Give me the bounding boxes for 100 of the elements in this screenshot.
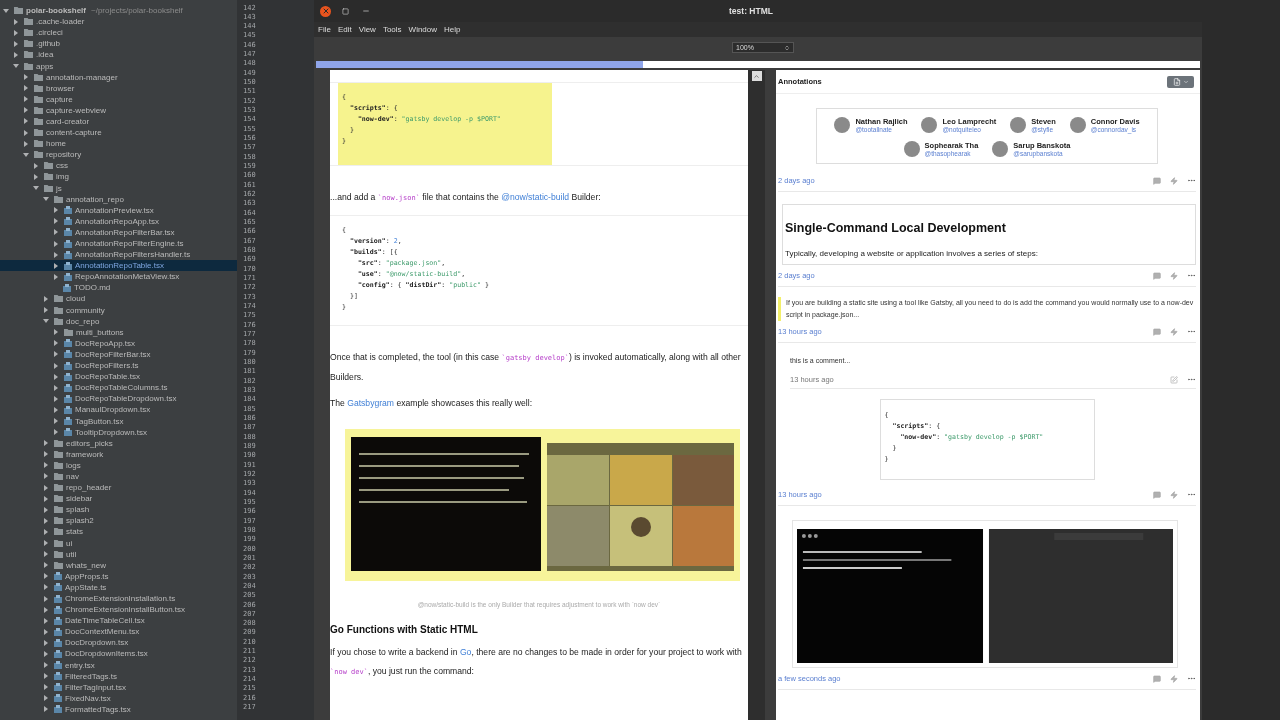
triangle-right-icon[interactable] <box>54 429 58 436</box>
triangle-right-icon[interactable] <box>24 85 28 92</box>
triangle-right-icon[interactable] <box>44 573 48 580</box>
tree-row[interactable]: img <box>0 171 237 183</box>
triangle-right-icon[interactable] <box>54 351 58 358</box>
triangle-right-icon[interactable] <box>54 362 58 369</box>
triangle-right-icon[interactable] <box>44 628 48 635</box>
tree-row[interactable]: DocRepoApp.tsx <box>0 337 237 349</box>
tree-row[interactable]: repository <box>0 149 237 161</box>
tree-row[interactable]: nav <box>0 470 237 483</box>
scroll-up-icon[interactable] <box>753 72 760 80</box>
more-icon[interactable] <box>1187 327 1196 336</box>
tree-row[interactable]: capture <box>0 93 237 105</box>
triangle-right-icon[interactable] <box>54 340 58 347</box>
more-icon[interactable] <box>1187 490 1196 499</box>
link[interactable]: @now/static-build <box>501 192 570 202</box>
more-icon[interactable] <box>1187 176 1196 185</box>
menu-item[interactable]: File <box>318 25 331 34</box>
tree-row[interactable]: FormattedTags.tsx <box>0 703 237 715</box>
triangle-right-icon[interactable] <box>44 684 48 691</box>
triangle-right-icon[interactable] <box>44 551 48 558</box>
tree-row[interactable]: DocRepoTableDropdown.tsx <box>0 393 237 405</box>
triangle-right-icon[interactable] <box>54 273 58 280</box>
triangle-right-icon[interactable] <box>54 207 58 214</box>
tree-row[interactable]: annotation-manager <box>0 71 237 83</box>
tree-row[interactable]: DocRepoFilterBar.tsx <box>0 348 237 360</box>
triangle-down-icon[interactable] <box>3 8 9 13</box>
triangle-right-icon[interactable] <box>44 695 48 702</box>
triangle-down-icon[interactable] <box>43 319 49 324</box>
triangle-right-icon[interactable] <box>44 495 48 502</box>
triangle-right-icon[interactable] <box>44 651 48 657</box>
tree-row[interactable]: whats_new <box>0 559 237 571</box>
tree-row[interactable]: util <box>0 548 237 560</box>
tree-row[interactable]: home <box>0 138 237 150</box>
tree-row[interactable]: AppState.ts <box>0 581 237 593</box>
triangle-right-icon[interactable] <box>44 606 48 613</box>
menu-item[interactable]: Edit <box>337 25 352 34</box>
tree-row[interactable]: AnnotationRepoApp.tsx <box>0 215 237 227</box>
triangle-right-icon[interactable] <box>44 517 48 524</box>
tree-row[interactable]: RepoAnnotationMetaView.tsx <box>0 271 237 283</box>
triangle-right-icon[interactable] <box>44 296 48 302</box>
link[interactable]: Gatsbygram <box>347 398 394 408</box>
triangle-right-icon[interactable] <box>44 307 48 314</box>
tree-row[interactable]: card-creator <box>0 115 237 128</box>
triangle-right-icon[interactable] <box>44 484 48 491</box>
tree-row[interactable]: AnnotationRepoFilterBar.tsx <box>0 226 237 238</box>
tree-row[interactable]: AnnotationPreview.tsx <box>0 204 237 216</box>
tree-row[interactable]: css <box>0 160 237 172</box>
triangle-right-icon[interactable] <box>54 218 58 225</box>
triangle-down-icon[interactable] <box>23 152 29 157</box>
tree-row[interactable]: ChromeExtensionInstallation.ts <box>0 592 237 605</box>
triangle-right-icon[interactable] <box>44 562 48 569</box>
tree-row[interactable]: ManaulDropdown.tsx <box>0 404 237 416</box>
tree-row[interactable]: TODO.md <box>0 282 237 294</box>
triangle-right-icon[interactable] <box>44 506 48 513</box>
tree-row[interactable]: .cache-loader <box>0 16 237 28</box>
triangle-right-icon[interactable] <box>44 451 48 458</box>
triangle-right-icon[interactable] <box>14 18 18 25</box>
tree-row[interactable]: AppProps.ts <box>0 570 237 582</box>
triangle-right-icon[interactable] <box>44 473 48 480</box>
tree-row[interactable]: browser <box>0 82 237 94</box>
triangle-right-icon[interactable] <box>44 706 48 713</box>
tree-row[interactable]: js <box>0 182 237 194</box>
menu-item[interactable]: View <box>358 25 376 34</box>
triangle-right-icon[interactable] <box>54 406 58 413</box>
triangle-right-icon[interactable] <box>44 639 48 646</box>
close-button[interactable] <box>320 5 331 17</box>
tree-row[interactable]: editors_picks <box>0 437 237 449</box>
tree-row[interactable]: DocContextMenu.tsx <box>0 626 237 638</box>
triangle-right-icon[interactable] <box>24 118 28 125</box>
menu-item[interactable]: Tools <box>382 25 402 34</box>
tree-row[interactable]: FixedNav.tsx <box>0 692 237 704</box>
tree-row[interactable]: stats <box>0 526 237 538</box>
tree-row[interactable]: DocRepoTable.tsx <box>0 371 237 383</box>
tree-row[interactable]: multi_buttons <box>0 326 237 338</box>
tree-row[interactable]: FilterTagInput.tsx <box>0 681 237 693</box>
more-icon[interactable] <box>1187 674 1196 683</box>
maximize-button[interactable] <box>340 5 351 17</box>
triangle-right-icon[interactable] <box>44 662 48 669</box>
tree-row[interactable]: entry.tsx <box>0 659 237 671</box>
triangle-right-icon[interactable] <box>34 162 38 169</box>
triangle-right-icon[interactable] <box>54 418 58 424</box>
triangle-down-icon[interactable] <box>13 64 19 68</box>
tree-row[interactable]: apps <box>0 60 237 72</box>
tree-row[interactable]: TagButton.tsx <box>0 415 237 427</box>
triangle-right-icon[interactable] <box>44 528 48 535</box>
menu-item[interactable]: Help <box>444 25 461 34</box>
triangle-right-icon[interactable] <box>24 107 28 114</box>
triangle-right-icon[interactable] <box>24 96 28 103</box>
triangle-right-icon[interactable] <box>44 540 48 547</box>
scrollbar[interactable] <box>748 70 765 720</box>
triangle-right-icon[interactable] <box>44 584 48 591</box>
tree-row[interactable]: DocDropdown.tsx <box>0 637 237 649</box>
triangle-right-icon[interactable] <box>44 617 48 624</box>
tree-row[interactable]: polar-bookshelf ~/projects/polar-bookshelf <box>0 5 237 17</box>
tree-row[interactable]: AnnotationRepoTable.tsx <box>0 260 237 272</box>
export-button[interactable] <box>1167 75 1194 88</box>
tree-row[interactable]: ui <box>0 537 237 549</box>
triangle-right-icon[interactable] <box>54 240 58 247</box>
triangle-right-icon[interactable] <box>14 40 18 47</box>
